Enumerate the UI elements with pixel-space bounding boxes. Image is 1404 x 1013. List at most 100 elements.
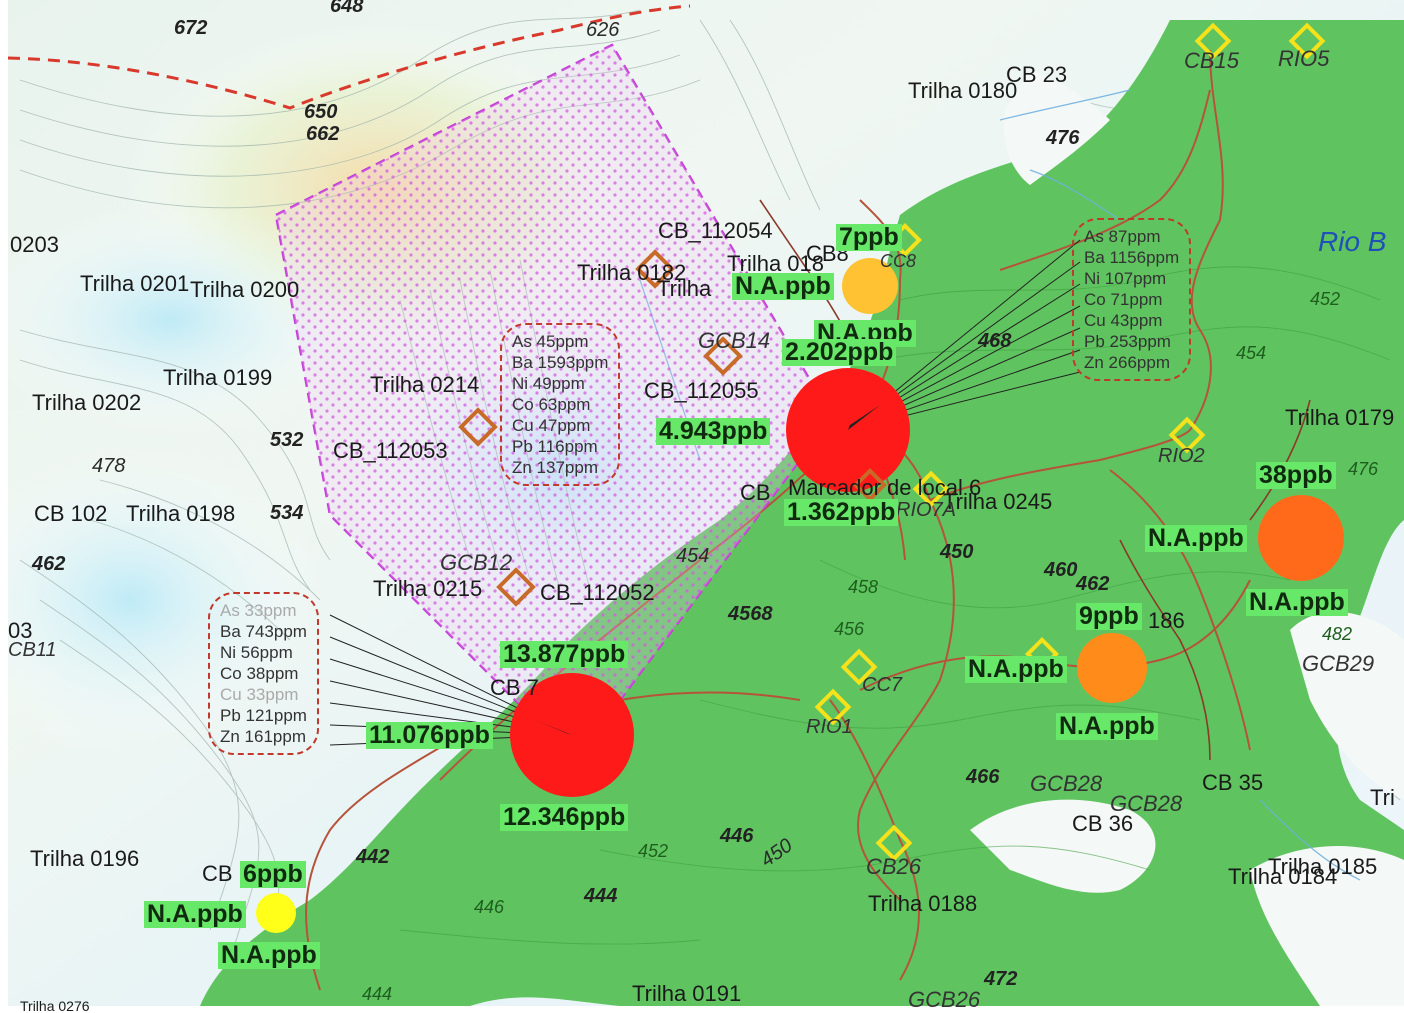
altitude-label: 454 — [1236, 343, 1267, 363]
ppb-label: 6ppb — [240, 861, 306, 888]
frame-left — [0, 0, 8, 1013]
altitude-label: 650 — [304, 101, 338, 123]
point-label: GCB26 — [908, 987, 981, 1012]
trail-label: Trilha 0214 — [370, 372, 480, 397]
altitude-label: 4568 — [728, 603, 773, 625]
geochem-box-2[interactable]: As 87ppm Ba 1156ppm Ni 107ppm Co 71ppm C… — [1072, 218, 1192, 381]
ppb-label: 9ppb — [1076, 603, 1142, 630]
geochem-2-as: As 87ppm — [1084, 227, 1161, 246]
ppb-label: 1.362ppb — [784, 499, 899, 526]
altitude-label: 662 — [306, 123, 340, 145]
ppb-label: 12.346ppb — [500, 804, 629, 831]
point-label: RIO2 — [1158, 445, 1205, 467]
trail-label: Trilha 0188 — [868, 891, 978, 916]
altitude-label: 444 — [584, 885, 618, 907]
point-label: CB15 — [1184, 48, 1240, 73]
geochem-3-zn: Zn 161ppm — [220, 727, 306, 746]
altitude-label: 534 — [270, 502, 304, 524]
point-label: GCB29 — [1302, 651, 1375, 676]
point-label: Tri — [1370, 785, 1395, 810]
altitude-label: 472 — [984, 968, 1018, 990]
geochem-1-co: Co 63ppm — [512, 395, 591, 414]
altitude-label: 462 — [1076, 573, 1110, 595]
altitude-label: 454 — [676, 545, 710, 567]
point-label: CB_112053 — [333, 438, 448, 463]
altitude-label: 626 — [586, 19, 620, 41]
trail-label: Trilha 0179 — [1285, 405, 1395, 430]
geochem-1-ni: Ni 49ppm — [512, 374, 585, 393]
altitude-label: 450 — [940, 541, 974, 563]
point-label: CB 23 — [1006, 62, 1068, 87]
altitude-label: 476 — [1046, 127, 1080, 149]
altitude-label: 458 — [848, 577, 879, 597]
altitude-label: 468 — [978, 330, 1012, 352]
ppb-label: 38ppb — [1256, 462, 1336, 489]
geochem-3-co: Co 38ppm — [220, 664, 299, 683]
geochem-2-zn: Zn 266ppm — [1084, 353, 1170, 372]
point-label: RIO7A — [896, 499, 957, 521]
point-label: CC8 — [880, 251, 917, 271]
altitude-label: 482 — [1322, 624, 1353, 644]
point-label: CB11 — [8, 639, 57, 661]
point-label: CB26 — [866, 854, 922, 879]
geochem-3-pb: Pb 121ppm — [220, 706, 307, 725]
trail-label: 0203 — [10, 232, 59, 257]
altitude-label: 672 — [174, 17, 208, 39]
ppb-label: N.A.ppb — [144, 901, 246, 928]
ppb-label: N.A.ppb — [1145, 525, 1247, 552]
altitude-label: 446 — [720, 825, 754, 847]
altitude-label: 476 — [1348, 459, 1379, 479]
trail-label: Trilha 0180 — [908, 78, 1018, 103]
altitude-label: 478 — [92, 455, 126, 477]
ppb-label: N.A.ppb — [1246, 589, 1348, 616]
trail-label: Trilha 0199 — [163, 365, 273, 390]
geochemistry-map[interactable]: As 45ppm Ba 1593ppm Ni 49ppm Co 63ppm Cu… — [0, 0, 1404, 1013]
point-label: GCB12 — [440, 550, 513, 575]
point-label: 186 — [1148, 608, 1185, 633]
geochem-2-co: Co 71ppm — [1084, 290, 1163, 309]
geochem-1-zn: Zn 137ppm — [512, 458, 598, 477]
geochem-3-as: As 33ppm — [220, 601, 297, 620]
trail-label: Trilha 0196 — [30, 846, 140, 871]
altitude-label: 444 — [362, 984, 393, 1004]
point-label: RIO5 — [1278, 46, 1330, 71]
altitude-label: 452 — [638, 841, 669, 861]
altitude-label: 460 — [1044, 559, 1078, 581]
geochem-2-ni: Ni 107ppm — [1084, 269, 1167, 288]
geochem-2-ba: Ba 1156ppm — [1084, 248, 1180, 267]
ppb-label: N.A.ppb — [965, 656, 1067, 683]
ppb-label: N.A.ppb — [1056, 713, 1158, 740]
geochem-box-3[interactable]: As 33ppm Ba 743ppm Ni 56ppm Co 38ppm Cu … — [208, 592, 319, 755]
geochem-2-pb: Pb 253ppm — [1084, 332, 1171, 351]
altitude-label: 532 — [270, 429, 304, 451]
sample-circle-38ppb[interactable] — [1258, 495, 1344, 581]
river-label: Rio B — [1318, 226, 1387, 257]
point-label: CB_112054 — [658, 218, 773, 243]
point-label: CB 102 — [34, 501, 108, 526]
point-label: RIO1 — [806, 716, 853, 738]
point-label: GCB14 — [698, 328, 771, 353]
trail-label: Trilha 0202 — [32, 390, 142, 415]
altitude-label: 648 — [330, 0, 364, 17]
sample-circle-9ppb[interactable] — [1077, 633, 1147, 703]
geochem-2-cu: Cu 43ppm — [1084, 311, 1163, 330]
geochem-3-ni: Ni 56ppm — [220, 643, 293, 662]
sample-circle-6ppb[interactable] — [256, 893, 296, 933]
altitude-label: 462 — [32, 553, 66, 575]
point-label: GCB28 — [1030, 771, 1103, 796]
geochem-box-1[interactable]: As 45ppm Ba 1593ppm Ni 49ppm Co 63ppm Cu… — [500, 323, 621, 486]
point-label: Marcador de local 6 — [788, 475, 982, 500]
point-label: CB — [740, 480, 771, 505]
altitude-label: 446 — [474, 897, 505, 917]
geochem-1-as: As 45ppm — [512, 332, 589, 351]
geochem-3-ba: Ba 743ppm — [220, 622, 307, 641]
geochem-1-ba: Ba 1593ppm — [512, 353, 609, 372]
point-label: GCB28 — [1110, 791, 1183, 816]
trail-label: Trilha 0215 — [373, 576, 483, 601]
trail-label: Trilha 0198 — [126, 501, 236, 526]
altitude-label: 466 — [966, 766, 1000, 788]
trail-label: Trilha 0201 — [80, 271, 190, 296]
point-label: CB — [202, 861, 233, 886]
trail-label: Trilha — [657, 276, 712, 301]
ppb-label: 7ppb — [836, 224, 902, 251]
